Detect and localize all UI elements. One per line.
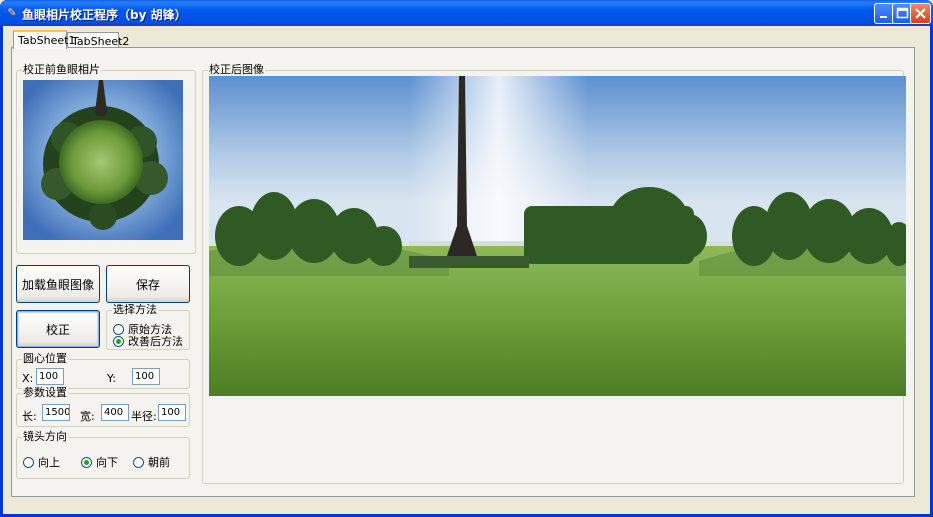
close-icon bbox=[915, 8, 926, 19]
title-bar[interactable]: ✎ 鱼眼相片校正程序（by 胡锋） bbox=[0, 0, 933, 26]
panorama-image bbox=[209, 76, 906, 396]
radio-dot bbox=[81, 456, 92, 468]
center-x-input[interactable]: 100 bbox=[36, 368, 64, 385]
radio-down-label: 向下 bbox=[96, 456, 118, 469]
radio-forward-label: 朝前 bbox=[148, 456, 170, 469]
tab-page: 校正前鱼眼相片 加载鱼眼图像 保存 校正 选择方法 原始方法 改善后方法 圆心位… bbox=[11, 47, 915, 497]
method-group: 选择方法 原始方法 改善后方法 bbox=[106, 304, 190, 350]
minimize-icon bbox=[880, 16, 887, 18]
radio-improved-method[interactable]: 改善后方法 bbox=[113, 333, 183, 349]
window-title: 鱼眼相片校正程序（by 胡锋） bbox=[22, 8, 187, 22]
fisheye-photo bbox=[23, 80, 183, 240]
center-y-input[interactable]: 100 bbox=[132, 368, 160, 385]
radio-dot bbox=[23, 456, 34, 468]
radio-dot bbox=[113, 335, 124, 347]
width-label: 宽: bbox=[80, 410, 95, 423]
radius-input[interactable]: 100 bbox=[158, 404, 186, 421]
correct-button[interactable]: 校正 bbox=[16, 310, 100, 348]
lens-group-label: 镜头方向 bbox=[22, 430, 68, 443]
after-image-group: 校正后图像 bbox=[202, 64, 906, 484]
after-group-label: 校正后图像 bbox=[208, 63, 265, 76]
save-button[interactable]: 保存 bbox=[106, 265, 190, 303]
app-icon: ✎ bbox=[7, 6, 17, 19]
center-group-label: 圆心位置 bbox=[22, 352, 68, 365]
radio-lens-forward[interactable]: 朝前 bbox=[133, 454, 170, 470]
params-group-label: 参数设置 bbox=[22, 386, 68, 399]
tab-tabsheet1[interactable]: TabSheet1 bbox=[13, 30, 75, 49]
radio-improved-label: 改善后方法 bbox=[128, 335, 183, 348]
radio-lens-down[interactable]: 向下 bbox=[81, 454, 118, 470]
length-input[interactable]: 1500 bbox=[42, 404, 70, 421]
before-photo-group: 校正前鱼眼相片 bbox=[16, 64, 196, 254]
center-y-label: Y: bbox=[107, 372, 116, 385]
maximize-icon bbox=[896, 7, 909, 19]
length-label: 长: bbox=[22, 410, 37, 423]
load-fisheye-button[interactable]: 加载鱼眼图像 bbox=[16, 265, 100, 303]
center-x-label: X: bbox=[22, 372, 34, 385]
center-group: 圆心位置 X: 100 Y: 100 bbox=[16, 353, 190, 389]
method-group-label: 选择方法 bbox=[112, 303, 158, 316]
radio-up-label: 向上 bbox=[38, 456, 60, 469]
width-input[interactable]: 400 bbox=[101, 404, 129, 421]
close-button[interactable] bbox=[910, 3, 931, 24]
radio-lens-up[interactable]: 向上 bbox=[23, 454, 60, 470]
params-group: 参数设置 长: 1500 宽: 400 半径: 100 bbox=[16, 387, 190, 427]
lens-group: 镜头方向 向上 向下 朝前 bbox=[16, 431, 190, 479]
radio-dot bbox=[133, 456, 144, 468]
radius-label: 半径: bbox=[131, 410, 157, 423]
before-group-label: 校正前鱼眼相片 bbox=[22, 63, 101, 76]
app-window: ✎ 鱼眼相片校正程序（by 胡锋） TabSheet1 TabSheet2 校正… bbox=[0, 0, 933, 517]
